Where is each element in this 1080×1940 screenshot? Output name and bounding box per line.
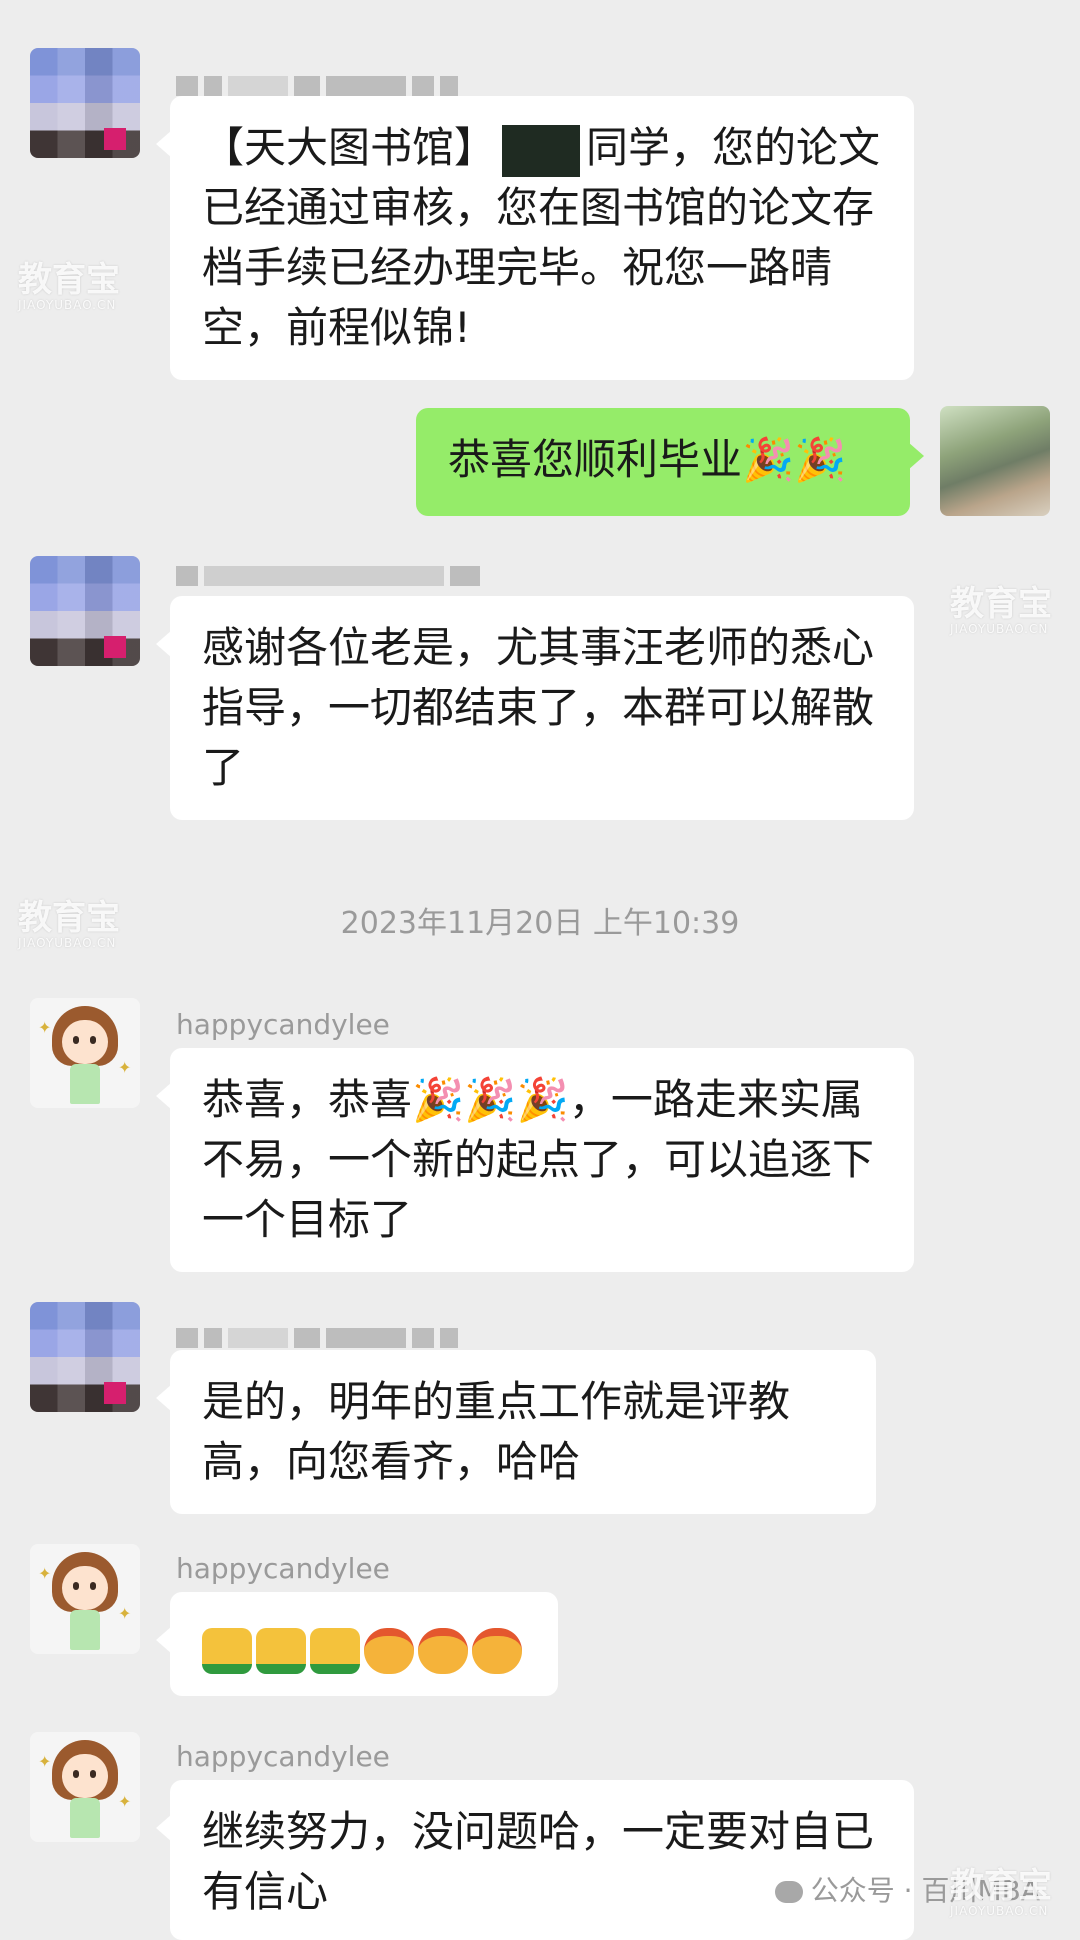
own-message-bubble[interactable]: 恭喜您顺利毕业🎉🎉 [416,408,924,516]
message-bubble[interactable]: 感谢各位老是，尤其事汪老师的悉心指导，一切都结束了，本群可以解散了 [156,596,914,820]
avatar[interactable]: ✦ ✦ [30,998,140,1108]
message-bubble[interactable]: 是的，明年的重点工作就是评教高，向您看齐，哈哈 [156,1350,876,1514]
sender-name-blurred [176,566,480,590]
message-bubble[interactable]: 恭喜，恭喜🎉🎉🎉，一路走来实属不易，一个新的起点了，可以追逐下一个目标了 [156,1048,914,1272]
determined-face-icon [472,1627,522,1674]
sender-name: happycandylee [176,1008,390,1041]
avatar[interactable]: ✦ ✦ [30,1544,140,1654]
determined-face-icon [364,1627,414,1674]
watermark: 教育宝 JIAOYUBAO.CN [950,584,1052,636]
sender-name: happycandylee [176,1740,390,1773]
wechat-icon [774,1881,803,1903]
timestamp: 2023年11月20日 上午10:39 [340,906,740,941]
thumbs-up-icon [202,1627,252,1674]
thumbs-up-icon [256,1627,306,1674]
redacted-name [502,124,581,177]
determined-face-icon [418,1627,468,1674]
self-avatar[interactable] [940,406,1050,516]
avatar[interactable] [30,48,140,158]
avatar[interactable] [30,556,140,666]
sender-name-blurred [176,1328,458,1352]
watermark: 教育宝 JIAOYUBAO.CN [18,260,120,312]
message-bubble[interactable] [156,1592,558,1696]
avatar[interactable] [30,1302,140,1412]
sender-name: happycandylee [176,1552,390,1585]
message-bubble[interactable]: 【天大图书馆】 同学，您的论文已经通过审核，您在图书馆的论文存档手续已经办理完毕。… [156,96,914,380]
thumbs-up-icon [310,1627,360,1674]
message-bubble[interactable]: 继续努力，没问题哈，一定要对自已有信心 [156,1780,914,1940]
avatar[interactable]: ✦ ✦ [30,1732,140,1842]
watermark: 教育宝 JIAOYUBAO.CN [950,1866,1052,1918]
